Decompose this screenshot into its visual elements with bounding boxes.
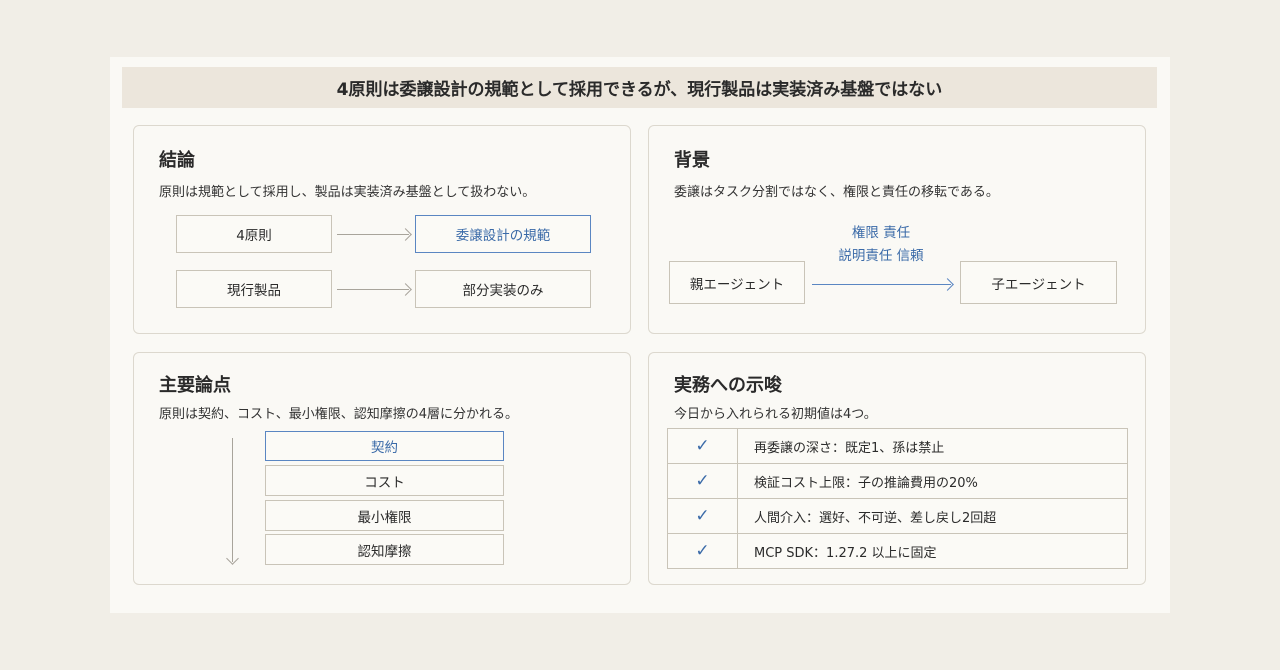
- defaults-checklist: ✓ 再委譲の深さ：既定1、孫は禁止 ✓ 検証コスト上限：子の推論費用の20% ✓…: [667, 428, 1128, 569]
- checklist-item: 検証コスト上限：子の推論費用の20%: [737, 463, 1128, 499]
- delegation-norm-box: 委譲設計の規範: [415, 215, 591, 253]
- checklist-row: ✓ MCP SDK：1.27.2 以上に固定: [667, 533, 1128, 569]
- conclusion-title: 結論: [159, 150, 195, 171]
- parent-agent-box: 親エージェント: [669, 261, 805, 304]
- check-icon: ✓: [667, 533, 738, 569]
- layer-cost-box: コスト: [265, 465, 504, 496]
- implications-subtitle: 今日から入れられる初期値は4つ。: [674, 407, 877, 422]
- arrow-principles-to-norm: [337, 234, 409, 235]
- layer-least-privilege-box: 最小権限: [265, 500, 504, 531]
- layer-contract-box: 契約: [265, 431, 504, 461]
- arrow-product-to-partial: [337, 289, 409, 290]
- transfer-label-line2: 説明責任 信頼: [838, 248, 924, 264]
- conclusion-subtitle: 原則は規範として採用し、製品は実装済み基盤として扱わない。: [159, 185, 536, 200]
- checklist-row: ✓ 再委譲の深さ：既定1、孫は禁止: [667, 428, 1128, 464]
- checklist-item: 再委譲の深さ：既定1、孫は禁止: [737, 428, 1128, 464]
- principles-box: 4原則: [176, 215, 332, 253]
- slide: 4原則は委譲設計の規範として採用できるが、現行製品は実装済み基盤ではない 結論 …: [110, 57, 1170, 613]
- layer-order-arrow: [232, 438, 233, 562]
- check-icon: ✓: [667, 463, 738, 499]
- layer-cognitive-friction-box: 認知摩擦: [265, 534, 504, 565]
- transfer-label-line1: 権限 責任: [851, 225, 911, 241]
- headline-banner: 4原則は委譲設計の規範として採用できるが、現行製品は実装済み基盤ではない: [122, 67, 1157, 108]
- implications-card: 実務への示唆 今日から入れられる初期値は4つ。 ✓ 再委譲の深さ：既定1、孫は禁…: [648, 352, 1146, 585]
- arrow-parent-to-child: [812, 284, 951, 285]
- partial-implementation-box: 部分実装のみ: [415, 270, 591, 308]
- implications-title: 実務への示唆: [674, 375, 782, 396]
- background-card: 背景 委譲はタスク分割ではなく、権限と責任の移転である。 権限 責任 説明責任 …: [648, 125, 1146, 334]
- check-icon: ✓: [667, 498, 738, 534]
- checklist-item: MCP SDK：1.27.2 以上に固定: [737, 533, 1128, 569]
- check-icon: ✓: [667, 428, 738, 464]
- issues-subtitle: 原則は契約、コスト、最小権限、認知摩擦の4層に分かれる。: [159, 407, 519, 422]
- background-subtitle: 委譲はタスク分割ではなく、権限と責任の移転である。: [674, 185, 999, 200]
- checklist-item: 人間介入：選好、不可逆、差し戻し2回超: [737, 498, 1128, 534]
- background-title: 背景: [674, 150, 710, 171]
- checklist-row: ✓ 検証コスト上限：子の推論費用の20%: [667, 463, 1128, 499]
- child-agent-box: 子エージェント: [960, 261, 1117, 304]
- conclusion-card: 結論 原則は規範として採用し、製品は実装済み基盤として扱わない。 4原則 委譲設…: [133, 125, 631, 334]
- issues-title: 主要論点: [159, 375, 231, 396]
- checklist-row: ✓ 人間介入：選好、不可逆、差し戻し2回超: [667, 498, 1128, 534]
- issues-card: 主要論点 原則は契約、コスト、最小権限、認知摩擦の4層に分かれる。 契約 コスト…: [133, 352, 631, 585]
- current-product-box: 現行製品: [176, 270, 332, 308]
